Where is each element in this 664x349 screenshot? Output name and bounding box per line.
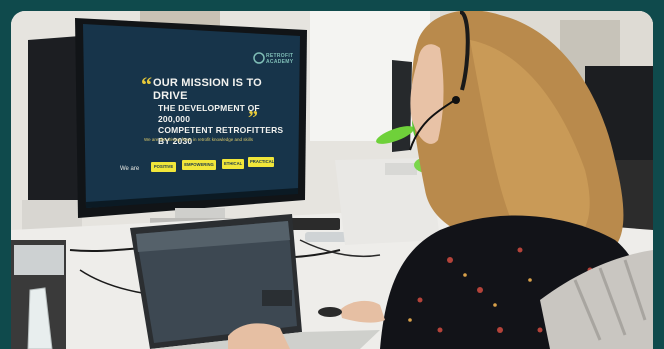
office-photo: “ ” [11, 11, 653, 349]
logo-line-2: ACADEMY [266, 59, 294, 65]
slide-subtitle: We are the driving force in retrofit kno… [144, 137, 253, 142]
slide-title-line-2: the development of 200,000 [158, 103, 260, 124]
value-chip: POSITIVE [151, 162, 176, 172]
value-chip: PRACTICAL [248, 157, 274, 167]
value-chip: ETHICAL [222, 159, 244, 169]
slide-title-line-1: Our mission is to drive [153, 77, 262, 102]
slide-logo: RETROFIT ACADEMY [266, 53, 293, 65]
we-are-label: We are [120, 166, 140, 172]
value-chip: EMPOWERING [182, 160, 216, 170]
photo-frame: “ ” RETROFIT ACADEMY OUR MISSION IS TO D… [11, 11, 653, 349]
svg-text:“: “ [141, 72, 152, 97]
slide-title-line-3: competent retrofitters by 2030 [158, 125, 284, 146]
